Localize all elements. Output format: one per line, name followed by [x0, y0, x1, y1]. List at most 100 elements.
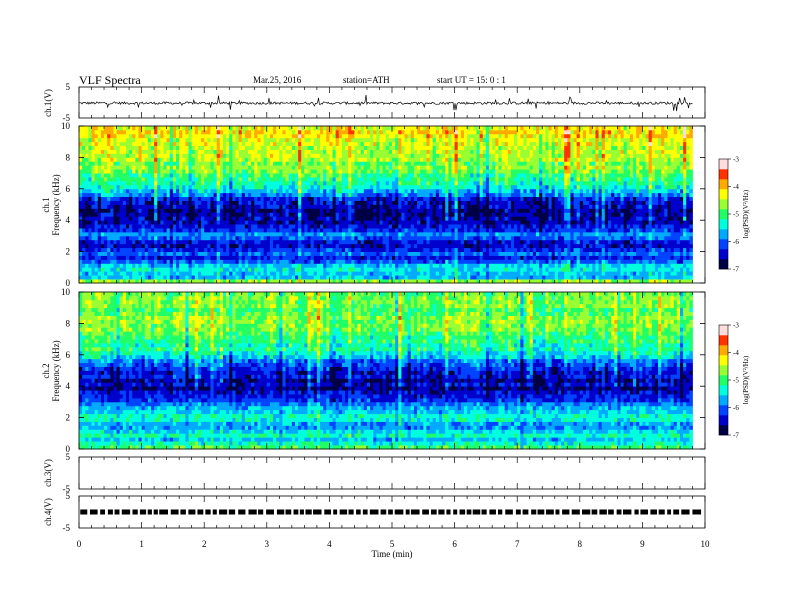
- ch1-spectrogram-cell: [145, 165, 149, 169]
- ch1-spectrogram-panel: 0246810 ch.1 Frequency (kHz) -3-4-5-6-7l…: [41, 121, 750, 288]
- ch1-spectrogram-cell: [282, 142, 286, 146]
- ch1-spectrogram-cell: [113, 157, 117, 161]
- ch1-spectrogram-cell: [358, 248, 362, 252]
- ch1-spectrogram-cell: [361, 189, 365, 193]
- ch1-spectrogram-cell: [192, 244, 196, 248]
- ch1-spectrogram-cell: [411, 169, 415, 173]
- ch1-spectrogram-cell: [408, 248, 412, 252]
- ch1-spectrogram-cell: [458, 157, 462, 161]
- ch1-spectrogram-cell: [383, 236, 387, 240]
- ch1-spectrogram-cell: [342, 224, 346, 228]
- ch1-spectrogram-cell: [417, 275, 421, 279]
- ch1-spectrogram-cell: [261, 240, 265, 244]
- ch1-spectrogram-cell: [170, 248, 174, 252]
- ch1-spectrogram-cell: [226, 161, 230, 165]
- ch1-spectrogram-cell: [286, 142, 290, 146]
- ch1-spectrogram-cell: [254, 271, 258, 275]
- ch1-spectrogram-cell: [101, 259, 105, 263]
- ch1-spectrogram-cell: [301, 220, 305, 224]
- ch1-spectrogram-cell: [151, 130, 155, 134]
- ch1-spectrogram-cell: [170, 134, 174, 138]
- ch1-spectrogram-cell: [232, 142, 236, 146]
- ch1-spectrogram-cell: [273, 138, 277, 142]
- ch1-spectrogram-cell: [173, 157, 177, 161]
- ch1-spectrogram-cell: [408, 150, 412, 154]
- ch1-spectrogram-cell: [123, 228, 127, 232]
- ch1-spectrogram-cell: [254, 252, 258, 256]
- ch1-spectrogram-cell: [405, 232, 409, 236]
- ch1-spectrogram-cell: [157, 224, 161, 228]
- ch1-spectrogram-cell: [223, 267, 227, 271]
- ch1-spectrogram-cell: [126, 271, 130, 275]
- ch1-spectrogram-cell: [420, 146, 424, 150]
- ch1-spectrogram-cell: [289, 134, 293, 138]
- ch1-spectrogram-cell: [270, 205, 274, 209]
- ch1-spectrogram-cell: [207, 256, 211, 260]
- ch1-spectrogram-cell: [370, 263, 374, 267]
- ch1-spectrogram-cell: [88, 244, 92, 248]
- ch1-spectrogram-cell: [373, 271, 377, 275]
- ch1-spectrogram-cell: [251, 185, 255, 189]
- ch1-spectrogram-cell: [198, 138, 202, 142]
- ch1-spectrogram-cell: [370, 228, 374, 232]
- ch1-spectrogram-cell: [185, 153, 189, 157]
- ch1-spectrogram-cell: [426, 244, 430, 248]
- ch1-spectrogram-cell: [307, 205, 311, 209]
- ch1-spectrogram-cell: [204, 197, 208, 201]
- ch1-spectrogram-cell: [401, 169, 405, 173]
- ch1-spectrogram-cell: [439, 177, 443, 181]
- ch1-spectrogram-cell: [217, 157, 221, 161]
- ch1-spectrogram-cell: [251, 232, 255, 236]
- ch1-spectrogram-cell: [351, 220, 355, 224]
- ch1-spectrogram-cell: [351, 177, 355, 181]
- ch1-spectrogram-cell: [198, 228, 202, 232]
- ch1-spectrogram-cell: [148, 161, 152, 165]
- ch1-spectrogram-cell: [88, 259, 92, 263]
- ch1-spectrogram-cell: [201, 267, 205, 271]
- ch1-spectrogram-cell: [448, 252, 452, 256]
- ch1-spectrogram-cell: [138, 193, 142, 197]
- ch1-spectrogram-cell: [210, 224, 214, 228]
- ch1-spectrogram-cell: [301, 193, 305, 197]
- ch1-spectrogram-cell: [314, 232, 318, 236]
- ch1-spectrogram-cell: [220, 169, 224, 173]
- ch1-spectrogram-cell: [132, 157, 136, 161]
- ch1-spectrogram-cell: [455, 138, 459, 142]
- ch1-spectrogram-cell: [414, 157, 418, 161]
- ch1-spectrogram-cell: [138, 216, 142, 220]
- ch1-spectrogram-cell: [336, 177, 340, 181]
- ch1-spectrogram-cell: [176, 146, 180, 150]
- ch1-spectrogram-cell: [145, 193, 149, 197]
- ch1-spectrogram-cell: [138, 181, 142, 185]
- ch1-spectrogram-cell: [411, 256, 415, 260]
- ch1-spectrogram-cell: [242, 193, 246, 197]
- ch1-spectrogram-cell: [232, 130, 236, 134]
- ch1-spectrogram-cell: [95, 228, 99, 232]
- ch1-spectrogram-cell: [223, 173, 227, 177]
- ch1-spectrogram-cell: [354, 185, 358, 189]
- ch1-spectrogram-cell: [439, 224, 443, 228]
- ch1-spectrogram-cell: [251, 173, 255, 177]
- ch1-spectrogram-cell: [270, 248, 274, 252]
- ch1-spectrogram-cell: [367, 142, 371, 146]
- ch1-spectrogram-cell: [98, 201, 102, 205]
- ch1-spectrogram-cell: [276, 216, 280, 220]
- ch1-spectrogram-cell: [367, 212, 371, 216]
- ch1-spectrogram-cell: [276, 157, 280, 161]
- ch1-spectrogram-cell: [383, 134, 387, 138]
- ch1-spectrogram-cell: [126, 134, 130, 138]
- ch1-spectrogram-cell: [195, 189, 199, 193]
- ch1-spectrogram-cell: [82, 126, 86, 130]
- ch1-spectrogram-cell: [242, 275, 246, 279]
- ch1-spectrogram-cell: [342, 259, 346, 263]
- ch1-spectrogram-cell: [117, 232, 121, 236]
- ch1-spectrogram-cell: [373, 130, 377, 134]
- ch1-spectrogram-cell: [138, 169, 142, 173]
- ch1-spectrogram-cell: [88, 142, 92, 146]
- ch1-spectrogram-cell: [113, 193, 117, 197]
- ch1-spectrogram-cell: [85, 130, 89, 134]
- ch1-spectrogram-cell: [173, 126, 177, 130]
- ch1-spectrogram-cell: [179, 177, 183, 181]
- ch1-spectrogram-cell: [170, 185, 174, 189]
- ch1-spectrogram-cell: [408, 208, 412, 212]
